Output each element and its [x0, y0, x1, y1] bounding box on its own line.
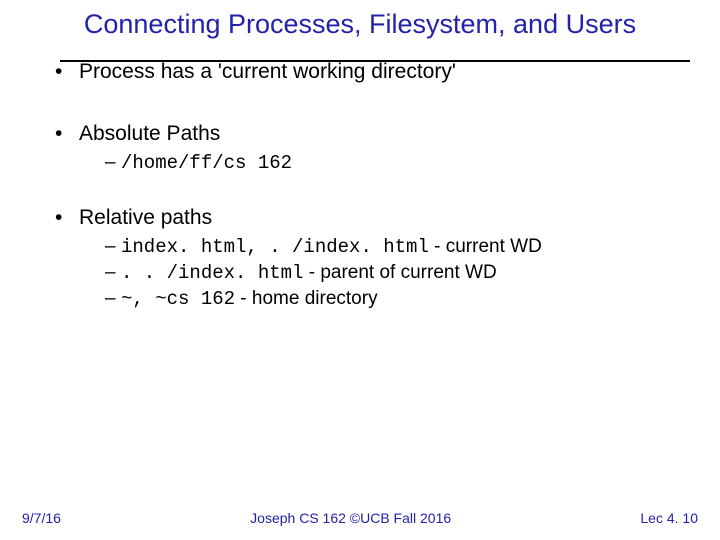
sub-bullet: – /home/ff/cs 162 — [55, 152, 690, 174]
code-text: /home/ff/cs 162 — [121, 152, 292, 174]
code-text: ~, ~cs 162 — [121, 288, 235, 310]
bullet-1: • Process has a 'current working directo… — [55, 60, 690, 84]
dash-icon: – — [105, 152, 121, 174]
sub-bullet: – index. html, . /index. html - current … — [55, 236, 690, 258]
note-text: - home directory — [235, 288, 378, 309]
title-rule — [60, 60, 690, 62]
note-text: - current WD — [429, 236, 542, 257]
footer-date: 9/7/16 — [22, 510, 61, 526]
slide-content: • Process has a 'current working directo… — [0, 42, 720, 310]
sub-bullet: – ~, ~cs 162 - home directory — [55, 288, 690, 310]
slide-footer: 9/7/16 Joseph CS 162 ©UCB Fall 2016 Lec … — [0, 510, 720, 526]
dash-icon: – — [105, 262, 121, 284]
footer-slide-number: Lec 4. 10 — [640, 510, 698, 526]
bullet-icon: • — [55, 206, 79, 230]
dash-icon: – — [105, 236, 121, 258]
bullet-text: Relative paths — [79, 206, 212, 230]
bullet-3: • Relative paths — [55, 206, 690, 230]
code-text: . . /index. html — [121, 262, 303, 284]
sub-bullet: – . . /index. html - parent of current W… — [55, 262, 690, 284]
slide-title: Connecting Processes, Filesystem, and Us… — [0, 0, 720, 42]
note-text: - parent of current WD — [303, 262, 496, 283]
code-text: index. html, . /index. html — [121, 236, 429, 258]
footer-attribution: Joseph CS 162 ©UCB Fall 2016 — [250, 510, 451, 526]
bullet-icon: • — [55, 122, 79, 146]
dash-icon: – — [105, 288, 121, 310]
bullet-text: Absolute Paths — [79, 122, 220, 146]
bullet-text: Process has a 'current working directory… — [79, 60, 456, 84]
bullet-icon: • — [55, 60, 79, 84]
bullet-2: • Absolute Paths — [55, 122, 690, 146]
